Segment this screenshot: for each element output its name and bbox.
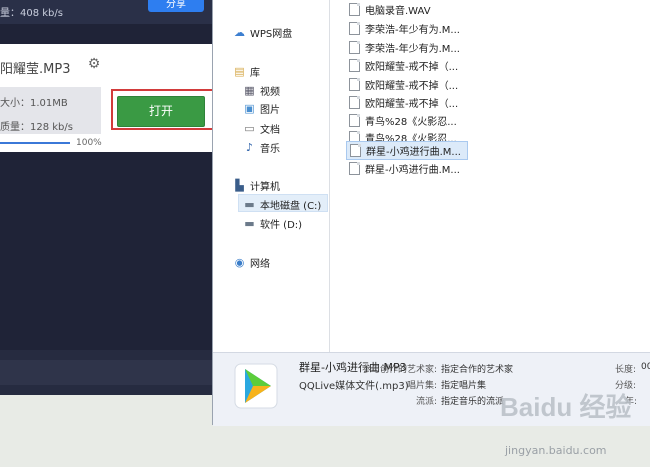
file-name: 群星-小鸡进行曲.M... xyxy=(365,165,460,176)
nav-item-music[interactable]: ♪ 音乐 xyxy=(243,140,280,155)
file-icon xyxy=(349,41,360,54)
nav-item-library[interactable]: ▤ 库 xyxy=(233,64,260,79)
detail-length-label: 长度: xyxy=(615,365,637,375)
file-item[interactable]: 李荣浩-年少有为.M... xyxy=(349,21,460,36)
file-icon xyxy=(350,144,361,157)
document-icon: ▭ xyxy=(244,121,255,135)
nav-label-network: 网络 xyxy=(250,259,270,270)
nav-item-documents[interactable]: ▭ 文档 xyxy=(243,121,280,136)
quality-label: 质量：128 kb/s xyxy=(0,122,73,133)
nav-label-wps: WPS网盘 xyxy=(250,29,293,40)
file-icon xyxy=(349,114,360,127)
nav-item-network[interactable]: ◉ 网络 xyxy=(233,255,270,270)
file-name: 欧阳耀莹-戒不掉（... xyxy=(365,99,459,110)
nav-item-video[interactable]: ▦ 视频 xyxy=(243,83,280,98)
nav-item-pictures[interactable]: ▣ 图片 xyxy=(243,101,280,116)
nav-label-music: 音乐 xyxy=(260,144,280,155)
nav-item-wps[interactable]: ☁ WPS网盘 xyxy=(233,25,292,40)
file-icon xyxy=(349,22,360,35)
song-title: 阳耀莹.MP3 xyxy=(0,62,71,77)
detail-genre-value[interactable]: 指定音乐的流派 xyxy=(441,394,504,407)
drive-icon: ▬ xyxy=(244,216,255,230)
desktop-background xyxy=(0,395,212,467)
file-item[interactable]: 欧阳耀莹-戒不掉（... xyxy=(349,77,458,92)
detail-album-label: 唱片集: xyxy=(406,381,437,391)
detail-genre-label: 流派: xyxy=(415,397,437,407)
nav-pane: ☁ WPS网盘 ▤ 库 ▦ 视频 ▣ 图片 ▭ 文档 ♪ 音乐 ▙ 计算机 ▬ xyxy=(213,0,330,352)
nav-label-software: 软件 (D:) xyxy=(260,220,303,231)
progress-bar xyxy=(0,142,70,144)
nav-label-local-disk: 本地磁盘 (C:) xyxy=(260,201,322,212)
detail-artist-value[interactable]: 指定合作的艺术家 xyxy=(441,362,513,375)
drive-icon: ▬ xyxy=(244,197,255,211)
file-item[interactable]: 李荣浩-年少有为.M... xyxy=(349,40,460,55)
file-name: 李荣浩-年少有为.M... xyxy=(365,44,460,55)
detail-length-value: 00 xyxy=(641,362,650,372)
cloud-icon: ☁ xyxy=(234,25,245,39)
size-label: 大小：1.01MB xyxy=(0,98,68,109)
detail-album-value[interactable]: 指定唱片集 xyxy=(441,378,486,391)
baidu-watermark: Baidu 经验 xyxy=(500,392,631,422)
video-icon: ▦ xyxy=(244,83,255,97)
file-item[interactable]: 欧阳耀莹-戒不掉（... xyxy=(349,58,458,73)
nav-label-documents: 文档 xyxy=(260,125,280,136)
song-card: 阳耀莹.MP3 ⚙ 大小：1.01MB 质量：128 kb/s 打开 100% xyxy=(0,44,231,152)
watermark-url: jingyan.baidu.com xyxy=(505,444,607,457)
app-top-bar: 量：408 kb/s 分享 xyxy=(0,0,212,24)
detail-artist-label: 参与创作的艺术家: xyxy=(361,365,437,375)
nav-label-computer: 计算机 xyxy=(250,182,280,193)
nav-item-local-disk[interactable]: ▬ 本地磁盘 (C:) xyxy=(243,197,321,212)
watermark-brand: Baidu 经验 xyxy=(500,392,631,422)
file-name: 电脑录音.WAV xyxy=(365,6,431,17)
nav-item-computer[interactable]: ▙ 计算机 xyxy=(233,178,280,193)
computer-icon: ▙ xyxy=(235,178,244,192)
qqlive-icon xyxy=(234,363,278,409)
detail-filetype: QQLive媒体文件(.mp3) xyxy=(299,381,409,392)
picture-icon: ▣ xyxy=(244,101,255,115)
bitrate-text: 量：408 kb/s xyxy=(0,8,63,19)
file-item[interactable]: 欧阳耀莹-戒不掉（... xyxy=(349,95,458,110)
file-icon xyxy=(349,3,360,16)
music-icon: ♪ xyxy=(245,140,254,154)
file-name: 欧阳耀莹-戒不掉（... xyxy=(365,81,459,92)
file-name: 欧阳耀莹-戒不掉（... xyxy=(365,62,459,73)
music-app-panel: 量：408 kb/s 分享 阳耀莹.MP3 ⚙ 大小：1.01MB 质量：128… xyxy=(0,0,231,395)
file-name: 群星-小鸡进行曲.M... xyxy=(366,147,461,158)
nav-label-video: 视频 xyxy=(260,87,280,98)
library-icon: ▤ xyxy=(234,64,245,78)
file-item[interactable]: 群星-小鸡进行曲.M... xyxy=(349,161,460,176)
nav-label-pictures: 图片 xyxy=(260,105,280,116)
network-icon: ◉ xyxy=(234,255,245,269)
file-name: 李荣浩-年少有为.M... xyxy=(365,25,460,36)
nav-item-software[interactable]: ▬ 软件 (D:) xyxy=(243,216,302,231)
file-icon xyxy=(349,78,360,91)
nav-label-library: 库 xyxy=(250,68,260,79)
app-footer-band xyxy=(0,360,212,385)
file-item[interactable]: 电脑录音.WAV xyxy=(349,2,431,17)
file-icon xyxy=(349,59,360,72)
file-name: 青鸟%28《火影忍... xyxy=(365,117,457,128)
file-icon xyxy=(349,96,360,109)
file-item[interactable]: 青鸟%28《火影忍... xyxy=(349,113,457,128)
share-button[interactable]: 分享 xyxy=(148,0,204,12)
gear-icon[interactable]: ⚙ xyxy=(86,56,102,72)
file-list: 电脑录音.WAV 李荣浩-年少有为.M... 李荣浩-年少有为.M... 欧阳耀… xyxy=(329,0,650,352)
file-item-selected[interactable]: 群星-小鸡进行曲.M... xyxy=(346,141,468,160)
progress-percent: 100% xyxy=(76,138,102,148)
file-icon xyxy=(349,162,360,175)
file-dialog: ☁ WPS网盘 ▤ 库 ▦ 视频 ▣ 图片 ▭ 文档 ♪ 音乐 ▙ 计算机 ▬ xyxy=(212,0,650,426)
